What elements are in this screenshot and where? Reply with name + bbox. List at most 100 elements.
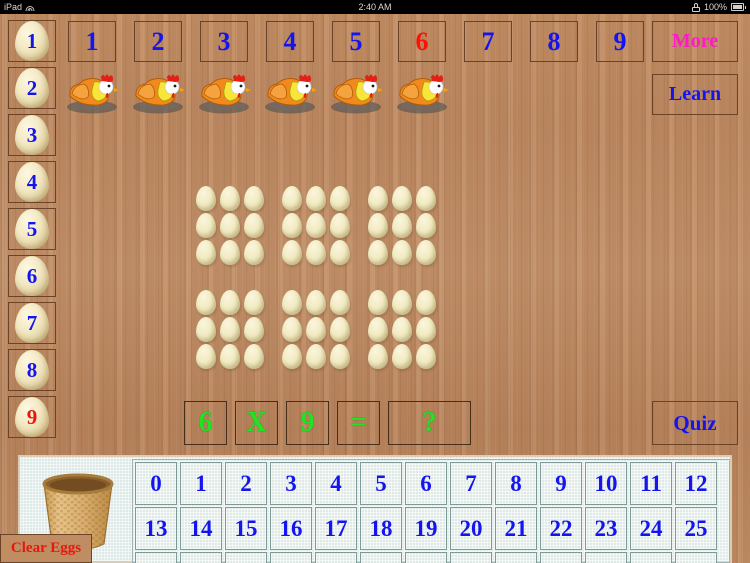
top-number-1[interactable]: 1 xyxy=(68,21,116,62)
field-egg[interactable] xyxy=(392,240,412,265)
more-button[interactable]: More xyxy=(652,21,738,62)
field-egg[interactable] xyxy=(220,344,240,369)
number-pad-cell-17[interactable]: 17 xyxy=(315,507,357,550)
number-pad-cell-6[interactable]: 6 xyxy=(405,462,447,505)
number-pad-cell-empty[interactable] xyxy=(270,552,312,563)
number-pad-cell-5[interactable]: 5 xyxy=(360,462,402,505)
top-number-3[interactable]: 3 xyxy=(200,21,248,62)
equation-answer[interactable]: ? xyxy=(388,401,471,445)
field-egg[interactable] xyxy=(416,317,436,342)
sidebar-egg-8[interactable]: 8 xyxy=(8,349,56,391)
number-pad-cell-12[interactable]: 12 xyxy=(675,462,717,505)
field-egg[interactable] xyxy=(416,290,436,315)
field-egg[interactable] xyxy=(282,240,302,265)
field-egg[interactable] xyxy=(392,344,412,369)
field-egg[interactable] xyxy=(220,213,240,238)
number-pad-cell-10[interactable]: 10 xyxy=(585,462,627,505)
number-pad-cell-empty[interactable] xyxy=(585,552,627,563)
field-egg[interactable] xyxy=(392,317,412,342)
field-egg[interactable] xyxy=(196,240,216,265)
number-pad-cell-19[interactable]: 19 xyxy=(405,507,447,550)
number-pad-cell-18[interactable]: 18 xyxy=(360,507,402,550)
number-pad-cell-25[interactable]: 25 xyxy=(675,507,717,550)
clear-eggs-button[interactable]: Clear Eggs xyxy=(0,534,92,563)
field-egg[interactable] xyxy=(196,344,216,369)
field-egg[interactable] xyxy=(368,240,388,265)
number-pad-cell-9[interactable]: 9 xyxy=(540,462,582,505)
field-egg[interactable] xyxy=(196,317,216,342)
field-egg[interactable] xyxy=(306,317,326,342)
field-egg[interactable] xyxy=(196,213,216,238)
field-egg[interactable] xyxy=(282,213,302,238)
top-number-2[interactable]: 2 xyxy=(134,21,182,62)
field-egg[interactable] xyxy=(416,240,436,265)
number-pad-cell-13[interactable]: 13 xyxy=(135,507,177,550)
number-pad-cell-8[interactable]: 8 xyxy=(495,462,537,505)
field-egg[interactable] xyxy=(244,290,264,315)
field-egg[interactable] xyxy=(244,240,264,265)
top-number-7[interactable]: 7 xyxy=(464,21,512,62)
field-egg[interactable] xyxy=(282,317,302,342)
number-pad-cell-7[interactable]: 7 xyxy=(450,462,492,505)
field-egg[interactable] xyxy=(306,240,326,265)
number-pad-cell-11[interactable]: 11 xyxy=(630,462,672,505)
number-pad-cell-empty[interactable] xyxy=(315,552,357,563)
field-egg[interactable] xyxy=(282,290,302,315)
field-egg[interactable] xyxy=(220,240,240,265)
sidebar-egg-3[interactable]: 3 xyxy=(8,114,56,156)
number-pad-cell-1[interactable]: 1 xyxy=(180,462,222,505)
field-egg[interactable] xyxy=(282,186,302,211)
number-pad-cell-3[interactable]: 3 xyxy=(270,462,312,505)
field-egg[interactable] xyxy=(220,290,240,315)
number-pad-cell-empty[interactable] xyxy=(450,552,492,563)
number-pad-cell-empty[interactable] xyxy=(540,552,582,563)
number-pad-cell-15[interactable]: 15 xyxy=(225,507,267,550)
top-number-5[interactable]: 5 xyxy=(332,21,380,62)
field-egg[interactable] xyxy=(244,186,264,211)
number-pad-cell-16[interactable]: 16 xyxy=(270,507,312,550)
number-pad-cell-empty[interactable] xyxy=(135,552,177,563)
sidebar-egg-9[interactable]: 9 xyxy=(8,396,56,438)
top-number-8[interactable]: 8 xyxy=(530,21,578,62)
top-number-4[interactable]: 4 xyxy=(266,21,314,62)
sidebar-egg-5[interactable]: 5 xyxy=(8,208,56,250)
field-egg[interactable] xyxy=(368,344,388,369)
field-egg[interactable] xyxy=(220,186,240,211)
number-pad-cell-21[interactable]: 21 xyxy=(495,507,537,550)
number-pad-cell-empty[interactable] xyxy=(225,552,267,563)
number-pad-cell-empty[interactable] xyxy=(180,552,222,563)
field-egg[interactable] xyxy=(244,213,264,238)
field-egg[interactable] xyxy=(368,186,388,211)
number-pad-cell-20[interactable]: 20 xyxy=(450,507,492,550)
number-pad-cell-empty[interactable] xyxy=(630,552,672,563)
number-pad-cell-14[interactable]: 14 xyxy=(180,507,222,550)
field-egg[interactable] xyxy=(306,290,326,315)
field-egg[interactable] xyxy=(368,213,388,238)
sidebar-egg-7[interactable]: 7 xyxy=(8,302,56,344)
field-egg[interactable] xyxy=(392,290,412,315)
number-pad-cell-24[interactable]: 24 xyxy=(630,507,672,550)
field-egg[interactable] xyxy=(368,317,388,342)
field-egg[interactable] xyxy=(306,186,326,211)
number-pad-cell-22[interactable]: 22 xyxy=(540,507,582,550)
sidebar-egg-6[interactable]: 6 xyxy=(8,255,56,297)
top-number-6[interactable]: 6 xyxy=(398,21,446,62)
field-egg[interactable] xyxy=(330,344,350,369)
field-egg[interactable] xyxy=(220,317,240,342)
field-egg[interactable] xyxy=(330,213,350,238)
field-egg[interactable] xyxy=(196,186,216,211)
field-egg[interactable] xyxy=(330,317,350,342)
sidebar-egg-2[interactable]: 2 xyxy=(8,67,56,109)
sidebar-egg-1[interactable]: 1 xyxy=(8,20,56,62)
field-egg[interactable] xyxy=(306,213,326,238)
field-egg[interactable] xyxy=(330,290,350,315)
number-pad-cell-4[interactable]: 4 xyxy=(315,462,357,505)
field-egg[interactable] xyxy=(306,344,326,369)
field-egg[interactable] xyxy=(244,344,264,369)
top-number-9[interactable]: 9 xyxy=(596,21,644,62)
number-pad-cell-empty[interactable] xyxy=(360,552,402,563)
field-egg[interactable] xyxy=(392,186,412,211)
field-egg[interactable] xyxy=(416,186,436,211)
sidebar-egg-4[interactable]: 4 xyxy=(8,161,56,203)
quiz-button[interactable]: Quiz xyxy=(652,401,738,445)
